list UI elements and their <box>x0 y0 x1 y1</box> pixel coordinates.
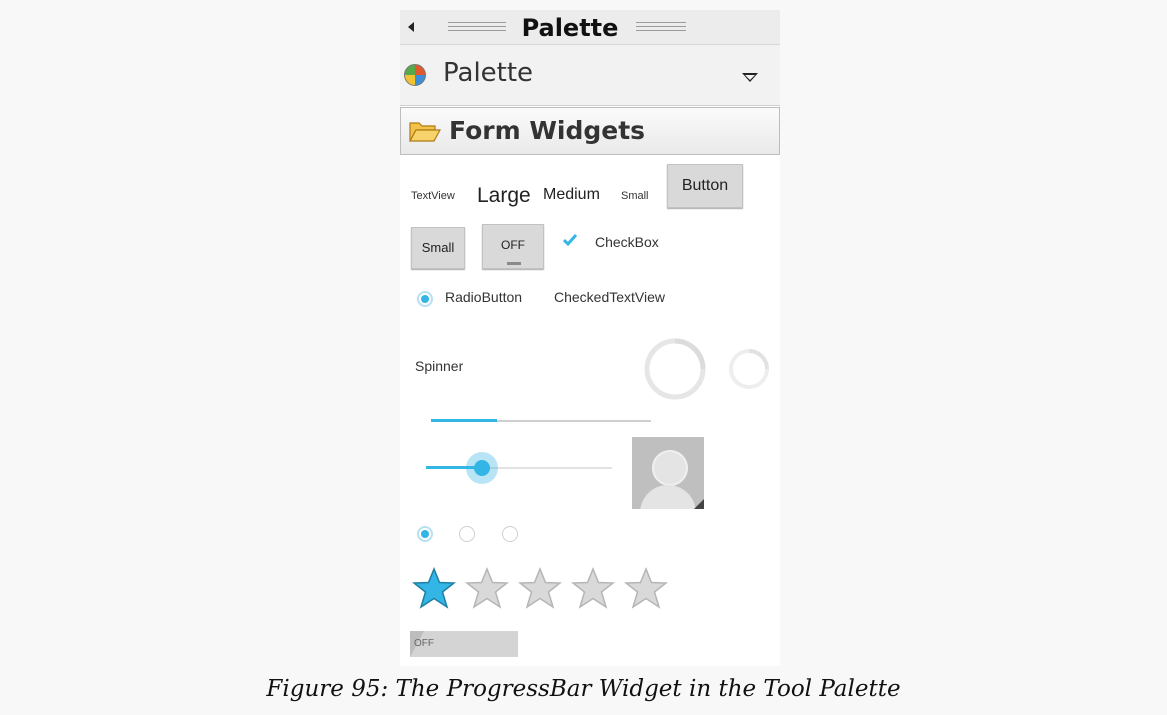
palette-title: Palette <box>521 14 619 42</box>
widget-button[interactable]: Button <box>667 164 743 208</box>
section-form-widgets[interactable]: Form Widgets <box>400 107 780 155</box>
progress-bar-large-icon[interactable] <box>642 336 712 402</box>
figure-caption: Figure 95: The ProgressBar Widget in the… <box>266 676 901 702</box>
palette-titlebar: Palette <box>400 10 780 45</box>
radio-group-option-1[interactable] <box>417 526 433 542</box>
collapse-arrow-icon[interactable] <box>408 22 414 32</box>
section-title: Form Widgets <box>449 116 646 145</box>
folder-open-icon <box>409 122 441 142</box>
toggle-button-label: OFF <box>501 238 525 252</box>
drag-grip-right-icon[interactable] <box>636 22 686 32</box>
star-empty-icon[interactable] <box>465 567 509 609</box>
progress-fill <box>431 419 497 422</box>
widget-radio-button-label[interactable]: RadioButton <box>445 289 522 305</box>
widget-toggle-button[interactable]: OFF <box>482 224 544 269</box>
palette-selector-label: Palette <box>443 58 534 88</box>
badge-corner-icon <box>694 499 704 509</box>
widget-checkbox-label[interactable]: CheckBox <box>595 234 659 250</box>
avatar-head <box>652 450 688 486</box>
star-filled-icon[interactable] <box>412 567 456 609</box>
drag-grip-left-icon[interactable] <box>448 22 506 32</box>
widget-small-text[interactable]: Small <box>621 190 649 202</box>
widget-medium-text[interactable]: Medium <box>543 186 600 204</box>
checkbox-checked-icon[interactable] <box>563 233 577 247</box>
widget-checked-text-view[interactable]: CheckedTextView <box>554 289 665 305</box>
switch-label: OFF <box>414 638 434 649</box>
radio-group-option-2[interactable] <box>459 526 475 542</box>
widget-radio-button[interactable] <box>417 291 433 307</box>
palette-icon <box>404 64 426 86</box>
radio-group-option-3[interactable] <box>502 526 518 542</box>
palette-panel: Palette Palette Form Widgets TextView La… <box>400 10 780 666</box>
toggle-indicator <box>507 262 521 265</box>
widget-spinner[interactable]: Spinner <box>415 358 463 374</box>
widget-large-text[interactable]: Large <box>477 184 531 208</box>
widget-small-button[interactable]: Small <box>411 227 465 269</box>
seek-thumb[interactable] <box>473 460 490 476</box>
widget-switch[interactable]: OFF <box>410 631 518 657</box>
star-empty-icon[interactable] <box>571 567 615 609</box>
widget-textview[interactable]: TextView <box>411 190 455 202</box>
chevron-down-icon[interactable] <box>742 73 758 82</box>
palette-selector[interactable]: Palette <box>400 45 780 106</box>
progress-bar-normal-icon[interactable] <box>726 346 772 392</box>
avatar-shoulders <box>640 485 696 509</box>
star-empty-icon[interactable] <box>624 567 668 609</box>
widget-quick-contact-badge[interactable] <box>632 437 704 509</box>
star-empty-icon[interactable] <box>518 567 562 609</box>
